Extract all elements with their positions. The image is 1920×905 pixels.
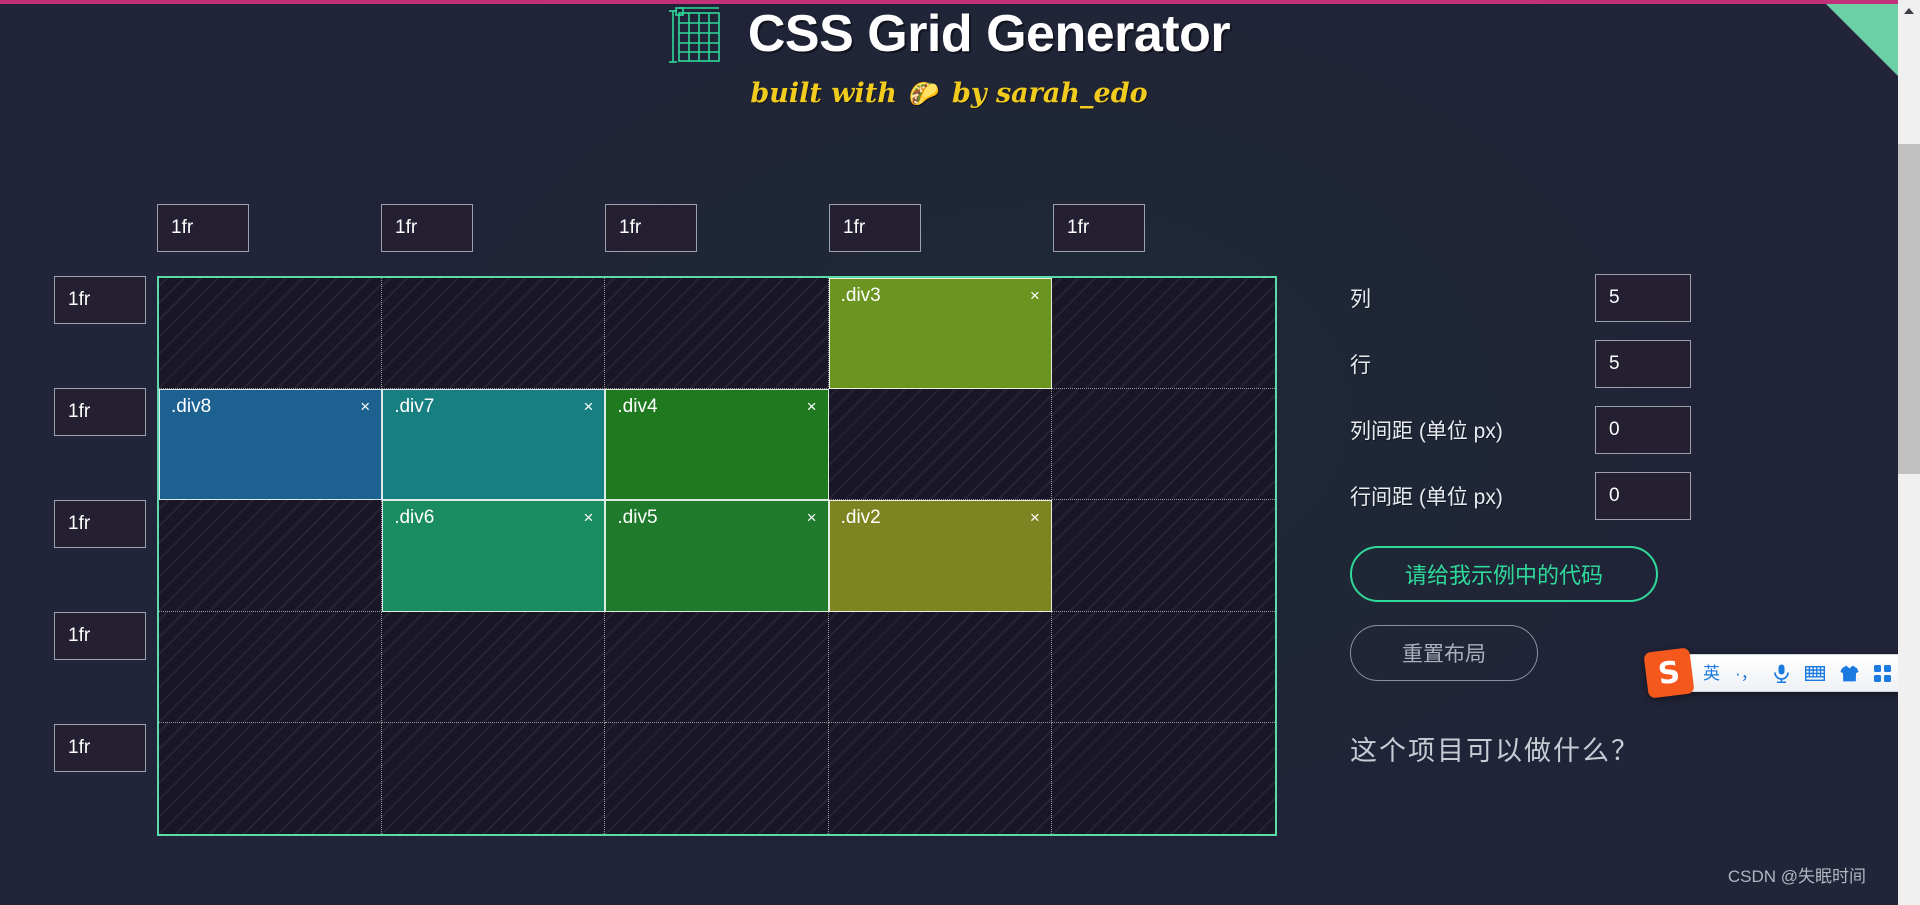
grid-cell[interactable] [1051, 722, 1275, 834]
grid-cell[interactable] [1051, 500, 1275, 612]
grid-canvas[interactable]: .div3 × .div8 × .div7 × .div4 × .div6 × .div5 × .div… [157, 276, 1277, 836]
grid-item[interactable]: .div8 × [159, 389, 383, 501]
scroll-up-arrow-icon[interactable] [1898, 0, 1920, 22]
microphone-icon[interactable] [1773, 664, 1790, 683]
grid-item-close-icon[interactable]: × [583, 508, 593, 528]
columns-label: 列 [1350, 288, 1371, 311]
row-track-inputs [54, 276, 146, 836]
sogou-logo-icon[interactable]: S [1643, 647, 1695, 699]
grid-cell[interactable] [828, 722, 1052, 834]
grid-cell[interactable] [1051, 611, 1275, 723]
column-gap-label: 列间距 (单位 px) [1350, 420, 1503, 443]
column-track-input-5[interactable] [1053, 204, 1145, 252]
grid-logo-icon [668, 6, 730, 68]
grid-cell[interactable] [382, 278, 606, 390]
apps-grid-icon[interactable] [1873, 664, 1891, 682]
grid-item[interactable]: .div4 × [605, 389, 829, 501]
grid-cell[interactable] [382, 611, 606, 723]
vertical-scrollbar[interactable] [1898, 0, 1920, 905]
column-track-inputs [157, 204, 1277, 252]
grid-cell[interactable] [605, 278, 829, 390]
grid-item-close-icon[interactable]: × [583, 397, 593, 417]
grid-item-label: .div2 [840, 507, 881, 529]
footer-question: 这个项目可以做什么？ [1350, 736, 1640, 767]
sogou-ime-toolbar[interactable]: S 英 ·， [1643, 647, 1898, 699]
grid-item[interactable]: .div6 × [382, 500, 606, 612]
row-gap-input[interactable] [1595, 472, 1691, 520]
grid-item-close-icon[interactable]: × [1030, 286, 1040, 306]
setting-row-column-gap: 列间距 (单位 px) [1350, 406, 1770, 454]
grid-cell[interactable] [828, 611, 1052, 723]
row-track-input-3[interactable] [54, 500, 146, 548]
row-track-input-4[interactable] [54, 612, 146, 660]
rows-label: 行 [1350, 354, 1371, 377]
grid-item-label: .div6 [394, 507, 435, 529]
grid-cell[interactable] [828, 389, 1052, 501]
grid-item-label: .div4 [617, 396, 658, 418]
row-gap-label: 行间距 (单位 px) [1350, 486, 1503, 509]
ime-punctuation-button[interactable]: ·， [1735, 665, 1758, 682]
grid-cell[interactable] [1051, 278, 1275, 390]
keyboard-icon[interactable] [1804, 665, 1825, 681]
setting-row-row-gap: 行间距 (单位 px) [1350, 472, 1770, 520]
corner-ribbon [1826, 4, 1898, 76]
subtitle: built with 🌮 by sarah_edo [0, 78, 1898, 109]
grid-item-label: .div7 [394, 396, 435, 418]
grid-cell[interactable] [605, 722, 829, 834]
grid-cell[interactable] [382, 722, 606, 834]
subtitle-suffix: by sarah_edo [952, 78, 1148, 109]
column-track-input-3[interactable] [605, 204, 697, 252]
grid-item-close-icon[interactable]: × [807, 508, 817, 528]
grid-item-close-icon[interactable]: × [360, 397, 370, 417]
row-track-input-1[interactable] [54, 276, 146, 324]
app-page: CSS Grid Generator built with 🌮 by sarah… [0, 0, 1898, 905]
ime-language-mode-button[interactable]: 英 [1703, 665, 1720, 682]
grid-item-close-icon[interactable]: × [1030, 508, 1040, 528]
title-row: CSS Grid Generator [0, 6, 1898, 68]
grid-cell[interactable] [159, 611, 383, 723]
grid-cell[interactable] [1051, 389, 1275, 501]
row-track-input-2[interactable] [54, 388, 146, 436]
scrollbar-thumb[interactable] [1898, 144, 1920, 474]
rows-input[interactable] [1595, 340, 1691, 388]
grid-item[interactable]: .div2 × [828, 500, 1052, 612]
grid-item[interactable]: .div5 × [605, 500, 829, 612]
setting-row-columns: 列 [1350, 274, 1770, 322]
grid-item[interactable]: .div7 × [382, 389, 606, 501]
setting-row-rows: 行 [1350, 340, 1770, 388]
show-code-button[interactable]: 请给我示例中的代码 [1350, 546, 1658, 602]
subtitle-prefix: built with [750, 78, 897, 109]
grid-cell[interactable] [159, 500, 383, 612]
grid-cell[interactable] [159, 278, 383, 390]
csdn-watermark: CSDN @失眠时间 [1727, 867, 1866, 886]
column-track-input-1[interactable] [157, 204, 249, 252]
column-track-input-4[interactable] [829, 204, 921, 252]
taco-icon: 🌮 [908, 78, 941, 108]
shirt-icon[interactable] [1840, 665, 1859, 682]
grid-item-label: .div5 [617, 507, 658, 529]
page-title: CSS Grid Generator [747, 5, 1231, 63]
column-gap-input[interactable] [1595, 406, 1691, 454]
columns-input[interactable] [1595, 274, 1691, 322]
column-track-input-2[interactable] [381, 204, 473, 252]
grid-item[interactable]: .div3 × [828, 278, 1052, 390]
ime-button-group: 英 ·， [1684, 654, 1898, 692]
grid-item-label: .div8 [171, 396, 212, 418]
reset-layout-button[interactable]: 重置布局 [1350, 625, 1538, 681]
grid-item-label: .div3 [840, 285, 881, 306]
page-header: CSS Grid Generator built with 🌮 by sarah… [0, 4, 1898, 109]
row-track-input-5[interactable] [54, 724, 146, 772]
grid-cell[interactable] [159, 722, 383, 834]
grid-cell[interactable] [605, 611, 829, 723]
grid-item-close-icon[interactable]: × [807, 397, 817, 417]
